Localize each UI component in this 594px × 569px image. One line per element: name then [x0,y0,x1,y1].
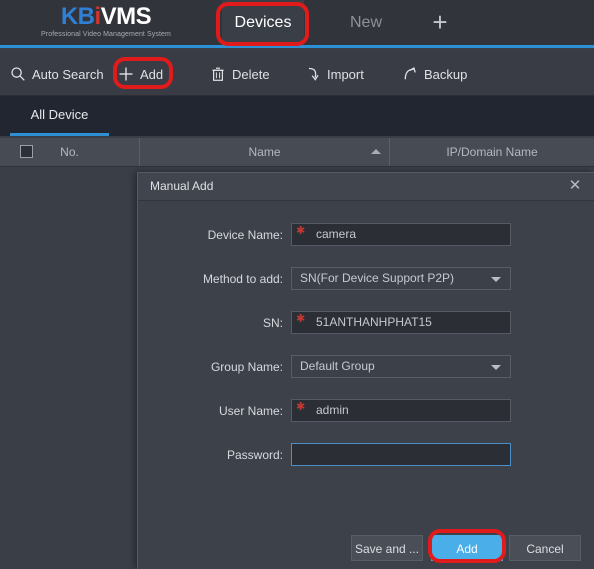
dialog-cancel-button[interactable]: Cancel [509,535,581,561]
column-header-no[interactable]: No. [0,138,140,166]
tab-devices[interactable]: Devices [222,0,304,45]
sn-label: SN: [262,316,283,330]
search-icon [10,66,26,82]
delete-button[interactable]: Delete [210,63,270,85]
required-marker-icon: ✱ [296,225,306,237]
group-name-select[interactable]: Default Group [291,355,511,378]
dialog-title: Manual Add [150,179,214,193]
manual-add-dialog: Manual Add ✕ Device Name: ✱ camera Metho… [137,172,594,569]
import-label: Import [327,66,364,82]
sub-tab-all-device[interactable]: All Device [10,96,109,136]
device-name-label: Device Name: [207,228,283,242]
chevron-down-icon [491,365,501,370]
logo-wordmark: KBiVMS [26,4,186,30]
select-all-checkbox[interactable] [20,145,33,158]
app-logo: KBiVMS Professional Video Management Sys… [26,4,186,39]
tab-new[interactable]: New [330,0,402,45]
user-name-label: User Name: [218,404,283,418]
group-name-value: Default Group [300,359,375,373]
form-row-group-name: Group Name: Default Group [138,355,594,379]
logo-kb: KB [60,3,95,30]
device-toolbar: Auto Search Add Delete Import Backup [0,51,594,96]
column-header-name[interactable]: Name [140,138,390,166]
logo-vms: VMS [100,3,152,30]
required-marker-icon: ✱ [296,313,306,325]
form-row-password: Password: [138,443,594,467]
save-and-add-button[interactable]: Save and ... [351,535,423,561]
sn-value: 51ANTHANHPHAT15 [316,315,432,329]
add-device-button[interactable]: Add [118,63,163,85]
backup-label: Backup [424,66,468,82]
method-to-add-value: SN(For Device Support P2P) [300,271,455,285]
required-marker-icon: ✱ [296,401,306,413]
plus-icon [118,66,134,82]
add-tab-button[interactable]: + [418,0,462,45]
dialog-button-bar: Save and ... Add Cancel [138,535,594,561]
auto-search-label: Auto Search [32,66,104,82]
column-header-name-label: Name [248,145,281,159]
device-table-header: No. Name IP/Domain Name [0,138,594,167]
form-row-sn: SN: ✱ 51ANTHANHPHAT15 [138,311,594,335]
top-bar: KBiVMS Professional Video Management Sys… [0,0,594,48]
logo-subtitle: Professional Video Management System [41,31,171,38]
form-row-device-name: Device Name: ✱ camera [138,223,594,247]
backup-arrow-up-icon [402,66,418,82]
group-name-label: Group Name: [210,360,283,374]
auto-search-button[interactable]: Auto Search [10,63,104,85]
password-input[interactable] [291,443,511,466]
password-label: Password: [226,448,283,462]
add-label: Add [140,66,164,82]
device-name-value: camera [316,227,357,241]
user-name-value: admin [316,403,349,417]
form-row-method-to-add: Method to add: SN(For Device Support P2P… [138,267,594,291]
delete-label: Delete [232,66,270,82]
import-arrow-down-icon [305,66,321,82]
trash-icon [210,66,226,82]
sub-tab-bar: All Device [0,96,594,136]
column-header-no-label: No. [60,145,79,159]
dialog-title-bar: Manual Add ✕ [138,173,594,201]
sn-input[interactable]: ✱ 51ANTHANHPHAT15 [291,311,511,334]
device-name-input[interactable]: ✱ camera [291,223,511,246]
manual-add-form: Device Name: ✱ camera Method to add: SN(… [138,201,594,467]
sort-ascending-icon [371,149,381,154]
close-icon[interactable]: ✕ [566,177,584,195]
password-value [300,444,506,465]
chevron-down-icon [491,277,501,282]
method-to-add-select[interactable]: SN(For Device Support P2P) [291,267,511,290]
form-row-user-name: User Name: ✱ admin [138,399,594,423]
import-button[interactable]: Import [305,63,364,85]
column-header-ip-domain[interactable]: IP/Domain Name [390,138,594,166]
user-name-input[interactable]: ✱ admin [291,399,511,422]
column-header-ip-label: IP/Domain Name [446,145,538,159]
method-to-add-label: Method to add: [202,272,283,286]
dialog-add-button[interactable]: Add [431,535,503,561]
backup-button[interactable]: Backup [402,63,467,85]
